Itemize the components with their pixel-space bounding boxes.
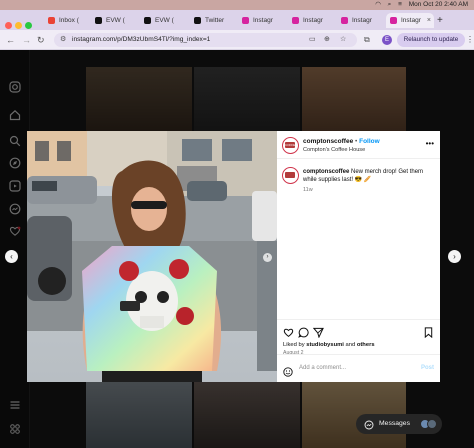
x-icon — [144, 17, 151, 24]
like-heart-icon[interactable] — [283, 325, 294, 337]
caption-username[interactable]: comptonscoffee — [303, 169, 349, 175]
tab-twitter[interactable]: Twitter — [190, 13, 236, 28]
author-username[interactable]: comptonscoffee — [303, 138, 353, 145]
messages-button[interactable]: Messages — [356, 414, 442, 434]
clock[interactable]: Mon Oct 20 2:40 AM — [409, 1, 468, 8]
likes-summary: Liked by studiobysumi and others — [283, 342, 375, 348]
new-tab-button[interactable]: + — [437, 13, 443, 28]
close-tab-icon[interactable]: × — [427, 13, 431, 28]
x-icon — [194, 17, 201, 24]
gmail-icon — [48, 17, 55, 24]
post-photo[interactable]: › — [27, 131, 277, 382]
post-comment-button[interactable]: Post — [421, 365, 434, 371]
post-caption: comptonscoffee New merch drop! Get them … — [303, 168, 435, 184]
zoom-icon[interactable]: ⊕ — [324, 33, 330, 47]
tab-evw-2[interactable]: EVW ( — [140, 13, 186, 28]
message-avatar — [427, 419, 437, 429]
browser-toolbar: ← → ↻ ⚙ instagram.com/p/DM3zUbmS4Tl/?img… — [0, 30, 474, 50]
mac-menu-bar: ◠ ⌕ ≡ Mon Oct 20 2:40 AM — [0, 0, 474, 10]
tab-label: Instagr — [253, 17, 273, 24]
instagram-icon — [292, 17, 299, 24]
tab-instagram-2[interactable]: Instagr — [288, 13, 336, 28]
tab-instagram-3[interactable]: Instagr — [337, 13, 385, 28]
tab-label: Instagr — [352, 17, 372, 24]
x-icon — [95, 17, 102, 24]
tab-label: Inbox ( — [59, 17, 79, 24]
liked-others[interactable]: others — [357, 342, 375, 348]
liked-user[interactable]: studiobysumi — [306, 342, 344, 348]
search-icon[interactable]: ⌕ — [388, 1, 392, 8]
instagram-icon — [390, 17, 397, 24]
instagram-icon — [242, 17, 249, 24]
separator-dot: • — [355, 138, 358, 145]
tab-label: Instagr — [401, 17, 421, 24]
profile-avatar[interactable]: E — [382, 35, 392, 45]
author-line: comptonscoffee • Follow — [303, 138, 380, 145]
post-image — [27, 131, 277, 382]
caption-author-avatar[interactable] — [282, 167, 299, 184]
tab-label: EVW ( — [155, 17, 174, 24]
tab-gmail-inbox[interactable]: Inbox ( — [44, 13, 90, 28]
instagram-icon — [341, 17, 348, 24]
tab-instagram-active[interactable]: Instagr × — [386, 13, 434, 28]
author-avatar[interactable]: COFFEE — [282, 137, 299, 154]
relaunch-to-update-button[interactable]: Relaunch to update — [397, 33, 465, 47]
tab-label: Instagr — [303, 17, 323, 24]
instagram-page: ‹ › › COFFEE comptonscoffee • Follow Com… — [0, 50, 474, 448]
bookmark-star-icon[interactable]: ☆ — [340, 33, 346, 47]
next-post-arrow-icon[interactable]: › — [448, 250, 461, 263]
liked-prefix: Liked by — [283, 342, 305, 348]
liked-and: and — [345, 342, 356, 348]
post-modal: › COFFEE comptonscoffee • Follow Compton… — [27, 131, 440, 382]
control-center-icon[interactable]: ≡ — [398, 1, 402, 8]
address-bar[interactable]: ⚙ instagram.com/p/DM3zUbmS4Tl/?img_index… — [54, 33, 357, 47]
menu-status-area: ◠ ⌕ ≡ Mon Oct 20 2:40 AM — [370, 0, 468, 10]
close-window-button[interactable] — [5, 22, 12, 29]
wifi-icon[interactable]: ◠ — [375, 1, 381, 8]
location-link[interactable]: Compton's Coffee House — [303, 147, 365, 153]
tab-label: Twitter — [205, 17, 225, 24]
next-image-arrow-icon[interactable]: › — [263, 253, 272, 262]
zoom-window-button[interactable] — [25, 22, 32, 29]
minimize-window-button[interactable] — [15, 22, 22, 29]
extensions-icon[interactable]: ⧉ — [364, 33, 370, 47]
post-sidebar: COFFEE comptonscoffee • Follow Compton's… — [277, 131, 440, 382]
url-text[interactable]: instagram.com/p/DM3zUbmS4Tl/?img_index=1 — [72, 33, 210, 47]
messages-label: Messages — [379, 420, 410, 427]
previous-post-arrow-icon[interactable]: ‹ — [5, 250, 18, 263]
tab-label: EVW ( — [106, 17, 125, 24]
messenger-icon — [364, 419, 374, 430]
save-bookmark-icon[interactable] — [423, 325, 434, 339]
forward-arrow-icon[interactable]: → — [22, 33, 31, 47]
comment-bar: Add a comment... Post — [277, 354, 440, 382]
menu-kebab-icon[interactable]: ⋮ — [466, 33, 474, 47]
site-info-icon[interactable]: ⚙ — [60, 33, 66, 47]
tab-evw-1[interactable]: EVW ( — [91, 13, 137, 28]
reload-icon[interactable]: ↻ — [37, 33, 45, 47]
emoji-icon[interactable] — [283, 364, 293, 377]
more-options-icon[interactable]: ••• — [426, 139, 434, 148]
caption-timestamp: 11w — [303, 187, 313, 193]
share-icon[interactable] — [312, 325, 324, 339]
post-header: COFFEE comptonscoffee • Follow Compton's… — [277, 131, 440, 159]
cast-icon[interactable]: ▭ — [309, 33, 316, 47]
tab-instagram-1[interactable]: Instagr — [238, 13, 286, 28]
browser-tab-strip: Inbox ( EVW ( EVW ( Twitter Instagr Inst… — [0, 10, 474, 30]
carousel-indicator — [145, 373, 155, 382]
back-arrow-icon[interactable]: ← — [6, 33, 15, 47]
comment-input[interactable]: Add a comment... — [299, 365, 346, 371]
comment-icon[interactable] — [298, 325, 309, 338]
follow-button[interactable]: Follow — [359, 138, 380, 145]
